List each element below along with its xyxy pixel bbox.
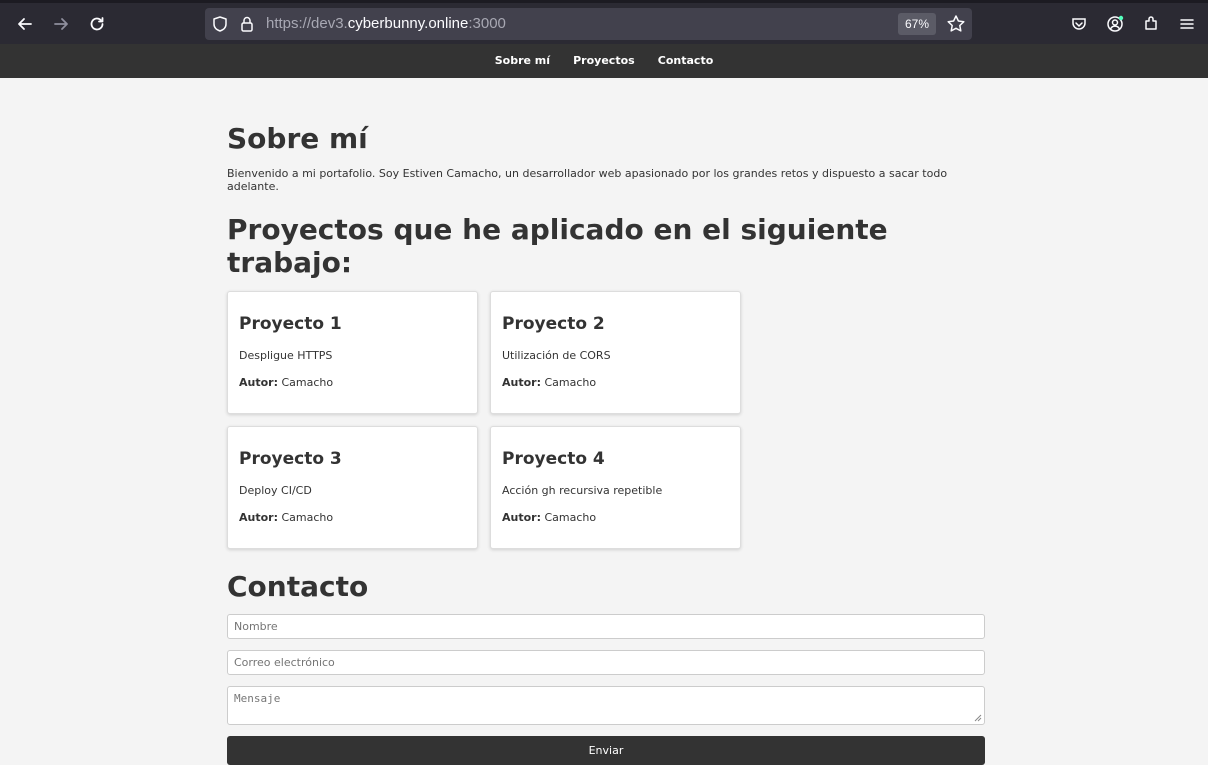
author-label: Autor: xyxy=(239,511,278,524)
project-description: Utilización de CORS xyxy=(502,349,611,362)
project-title: Proyecto 3 xyxy=(239,449,342,469)
contact-title: Contacto xyxy=(227,570,369,603)
project-title: Proyecto 2 xyxy=(502,314,605,334)
project-description: Deploy CI/CD xyxy=(239,484,312,497)
url-port: :3000 xyxy=(468,15,506,32)
author-name: Camacho xyxy=(544,511,597,524)
author-label: Autor: xyxy=(502,376,541,389)
extensions-icon[interactable] xyxy=(1139,12,1163,36)
email-input[interactable] xyxy=(227,650,985,675)
reload-icon[interactable] xyxy=(85,12,109,36)
project-author: Autor: Camacho xyxy=(239,511,466,524)
author-label: Autor: xyxy=(502,511,541,524)
main-content: Sobre mí Bienvenido a mi portafolio. Soy… xyxy=(227,78,985,765)
nav-link-contact[interactable]: Contacto xyxy=(658,44,713,78)
site-nav: Sobre mí Proyectos Contacto xyxy=(0,44,1208,78)
account-icon[interactable] xyxy=(1103,12,1127,36)
projects-title: Proyectos que he aplicado en el siguient… xyxy=(227,213,888,279)
browser-toolbar: https://dev3.cyberbunny.online:3000 67% xyxy=(0,0,1208,44)
resize-grip-icon[interactable] xyxy=(973,713,982,722)
project-title: Proyecto 4 xyxy=(502,449,605,469)
menu-icon[interactable] xyxy=(1175,12,1199,36)
project-description: Despligue HTTPS xyxy=(239,349,333,362)
message-placeholder: Mensaje xyxy=(234,692,281,705)
nav-link-about[interactable]: Sobre mí xyxy=(495,44,550,78)
nav-link-projects[interactable]: Proyectos xyxy=(573,44,635,78)
bookmark-star-icon[interactable] xyxy=(946,14,966,34)
project-card: Proyecto 3 Deploy CI/CD Autor: Camacho xyxy=(227,426,478,549)
author-name: Camacho xyxy=(281,376,334,389)
submit-button[interactable]: Enviar xyxy=(227,736,985,765)
project-card: Proyecto 1 Despligue HTTPS Autor: Camach… xyxy=(227,291,478,414)
author-name: Camacho xyxy=(544,376,597,389)
project-author: Autor: Camacho xyxy=(502,511,729,524)
about-text: Bienvenido a mi portafolio. Soy Estiven … xyxy=(227,167,948,193)
about-title: Sobre mí xyxy=(227,122,368,155)
project-author: Autor: Camacho xyxy=(502,376,729,389)
project-description: Acción gh recursiva repetible xyxy=(502,484,663,497)
forward-icon[interactable] xyxy=(49,12,73,36)
author-name: Camacho xyxy=(281,511,334,524)
url-domain: cyberbunny.online xyxy=(347,15,469,32)
project-card: Proyecto 2 Utilización de CORS Autor: Ca… xyxy=(490,291,741,414)
shield-icon[interactable] xyxy=(211,15,229,33)
project-author: Autor: Camacho xyxy=(239,376,466,389)
author-label: Autor: xyxy=(239,376,278,389)
lock-icon[interactable] xyxy=(238,15,256,33)
url-prefix: https://dev3. xyxy=(266,15,348,32)
url-bar[interactable]: https://dev3.cyberbunny.online:3000 67% xyxy=(205,8,972,40)
project-cards: Proyecto 1 Despligue HTTPS Autor: Camach… xyxy=(227,291,985,549)
zoom-level-badge[interactable]: 67% xyxy=(898,13,936,35)
message-textarea[interactable]: Mensaje xyxy=(227,686,985,725)
pocket-icon[interactable] xyxy=(1067,12,1091,36)
name-input[interactable] xyxy=(227,614,985,639)
project-title: Proyecto 1 xyxy=(239,314,342,334)
url-text[interactable]: https://dev3.cyberbunny.online:3000 xyxy=(266,8,506,40)
back-icon[interactable] xyxy=(13,12,37,36)
project-card: Proyecto 4 Acción gh recursiva repetible… xyxy=(490,426,741,549)
